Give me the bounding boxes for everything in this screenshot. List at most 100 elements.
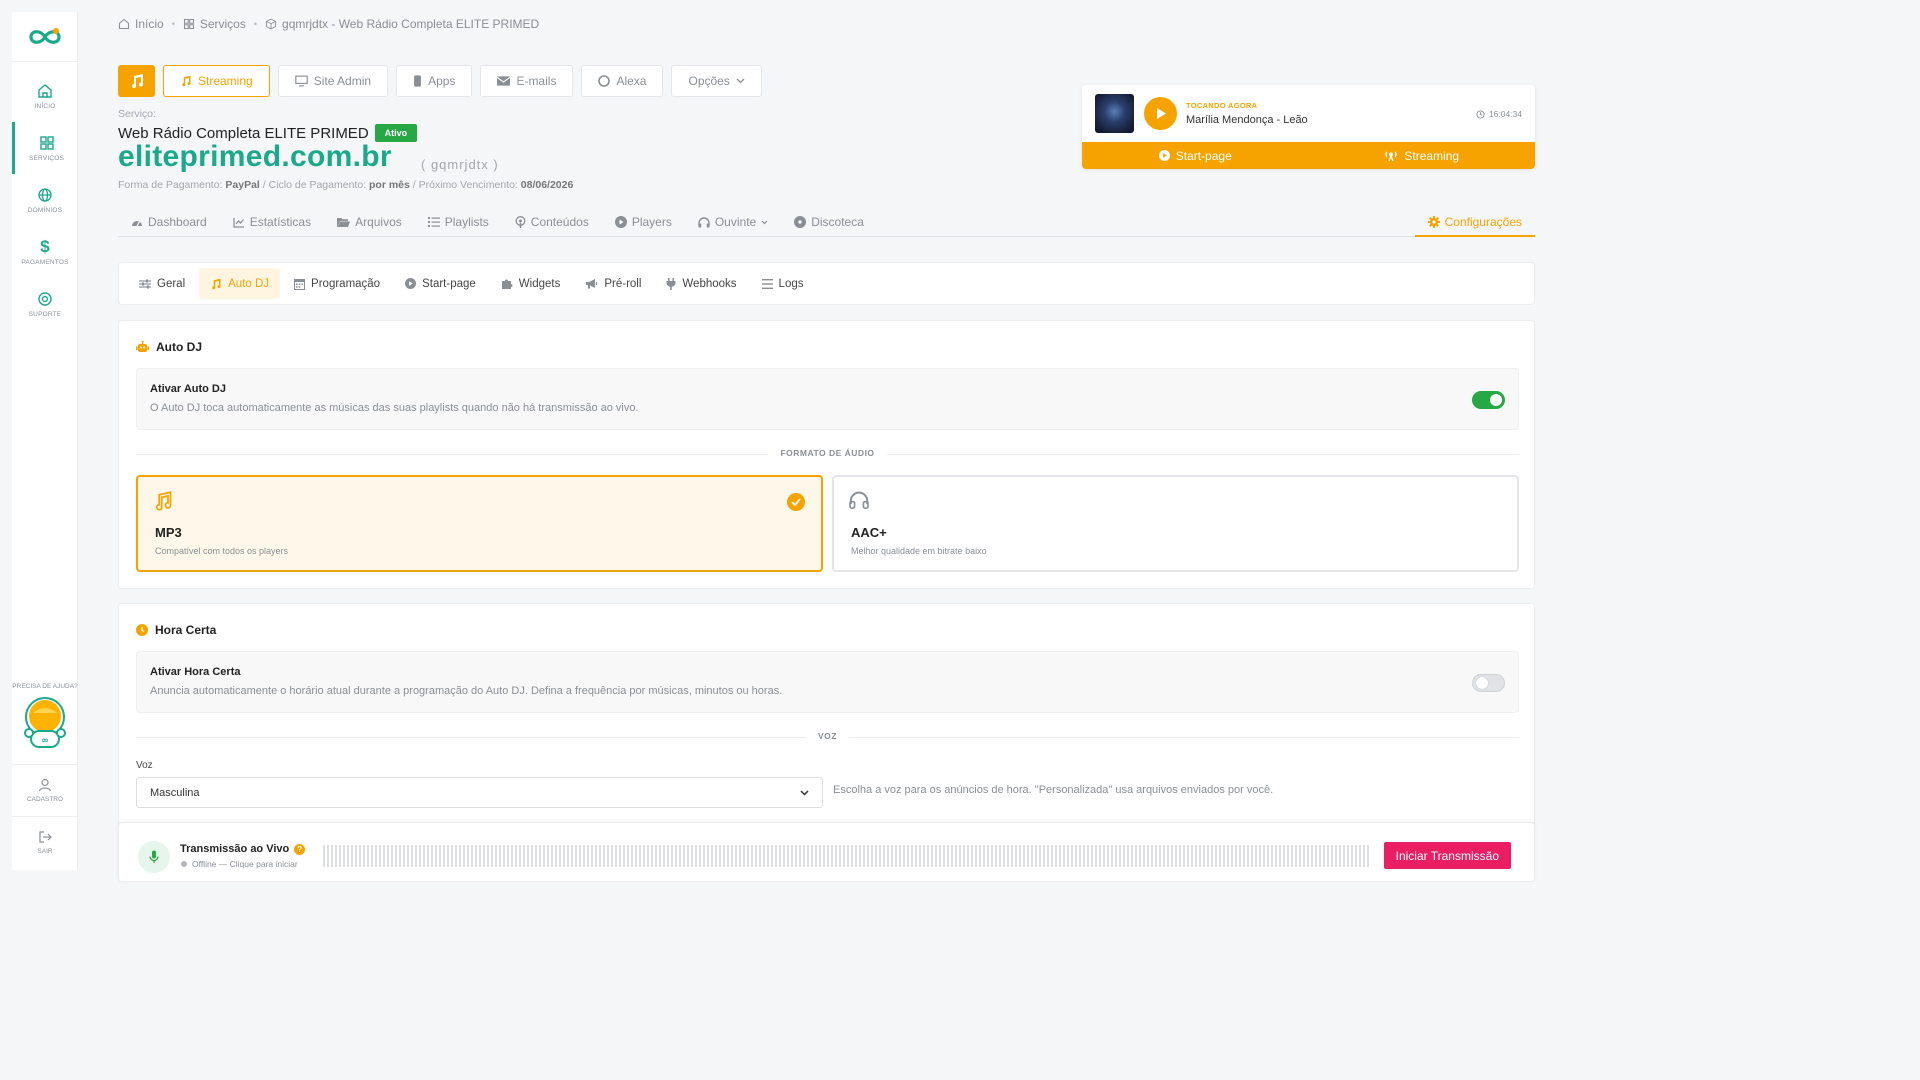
tab-streaming[interactable]: Streaming [163, 65, 270, 97]
tab-streaming-label: Streaming [198, 74, 253, 88]
main-nav: Dashboard Estatísticas Arquivos Playlist… [118, 208, 1535, 237]
nav-estatisticas[interactable]: Estatísticas [220, 208, 324, 236]
calendar-icon [294, 278, 306, 290]
nav-dashboard[interactable]: Dashboard [118, 208, 220, 236]
now-playing-song: Marília Mendonça - Leão [1186, 114, 1308, 126]
format-option-aac[interactable]: AAC+ Melhor qualidade em bitrate baixo [832, 475, 1519, 572]
subtab-preroll-label: Pré-roll [604, 277, 642, 290]
sidebar-item-label: Suporte [28, 310, 62, 318]
due-date-label: / Próximo Vencimento: [412, 179, 518, 191]
sidebar-item-inicio[interactable]: Início [12, 70, 78, 122]
logo[interactable] [12, 12, 77, 62]
tab-apps[interactable]: Apps [396, 65, 473, 97]
plug-icon [666, 277, 676, 290]
help-widget[interactable]: PRECISA DE AJUDA? ∞ [12, 682, 78, 754]
sidebar-item-suporte[interactable]: Suporte [12, 278, 78, 330]
list-icon [427, 217, 440, 227]
live-status: Offline — Clique para iniciar [192, 859, 298, 869]
sidebar-item-label: Pagamentos [21, 258, 69, 266]
nav-discoteca[interactable]: Discoteca [781, 208, 877, 236]
megaphone-icon [586, 279, 598, 289]
format-option-mp3[interactable]: MP3 Compatível com todos os players [136, 475, 823, 572]
service-label: Serviço: [118, 108, 156, 120]
subtab-programacao[interactable]: Programação [283, 268, 391, 299]
subtab-webhooks-label: Webhooks [682, 277, 737, 290]
subtab-startpage[interactable]: Start-page [394, 268, 487, 299]
hora-certa-section-title: Hora Certa [136, 623, 216, 637]
globe-icon [38, 187, 52, 202]
gear-icon [1427, 215, 1440, 228]
sidebar-item-label: Sair [37, 848, 53, 855]
breadcrumb-home[interactable]: Início [118, 17, 164, 31]
subtab-preroll[interactable]: Pré-roll [574, 268, 652, 299]
start-broadcast-button[interactable]: Iniciar Transmissão [1383, 842, 1511, 869]
help-icon[interactable]: ? [294, 843, 306, 855]
breadcrumb-current-label: gqmrjdtx - Web Rádio Completa ELITE PRIM… [282, 17, 540, 31]
hora-certa-toggle-switch[interactable] [1472, 674, 1505, 692]
chart-line-icon [233, 217, 244, 228]
sidebar-item-sair[interactable]: Sair [12, 816, 78, 868]
settings-subtabs: Geral Auto DJ Programação Start-page Wid… [118, 262, 1535, 305]
nav-playlists[interactable]: Playlists [415, 208, 502, 236]
subtab-webhooks[interactable]: Webhooks [655, 268, 747, 299]
voice-divider-label: VOZ [806, 731, 849, 741]
play-circle-icon [405, 278, 417, 289]
switch-knob [1476, 677, 1488, 689]
subtab-widgets-label: Widgets [518, 277, 561, 290]
nav-arquivos[interactable]: Arquivos [324, 208, 415, 236]
microphone-button[interactable] [138, 841, 170, 873]
music-service-button[interactable] [118, 65, 155, 97]
tab-apps-label: Apps [428, 74, 456, 88]
payment-cycle: por mês [369, 179, 410, 191]
sidebar-item-label: Domínios [27, 206, 63, 214]
nav-ouvinte[interactable]: Ouvinte [685, 208, 781, 236]
home-icon [118, 18, 130, 30]
breadcrumb: Início • Serviços • gqmrjdtx - Web Rádio… [118, 17, 539, 31]
tab-site-admin[interactable]: Site Admin [277, 65, 389, 97]
subtab-geral-label: Geral [157, 277, 186, 290]
now-playing-time: 16:04:34 [1476, 109, 1522, 119]
album-cover [1095, 94, 1134, 133]
startpage-button[interactable]: Start-page [1082, 142, 1309, 169]
nav-players[interactable]: Players [602, 208, 685, 236]
voice-select[interactable]: Masculina [136, 777, 823, 808]
sliders-icon [139, 279, 151, 288]
play-button[interactable] [1144, 97, 1177, 130]
sidebar-item-dominios[interactable]: Domínios [12, 174, 78, 226]
nav-players-label: Players [631, 215, 672, 229]
service-domain[interactable]: eliteprimed.com.br [118, 140, 392, 174]
subtab-autodj[interactable]: Auto DJ [199, 268, 281, 299]
now-playing-card: TOCANDO AGORA Marília Mendonça - Leão 16… [1082, 85, 1535, 169]
nav-configuracoes[interactable]: Configurações [1414, 208, 1535, 237]
nav-arquivos-label: Arquivos [355, 215, 402, 229]
logout-icon [39, 831, 52, 843]
tab-emails[interactable]: E-mails [480, 65, 574, 97]
payment-info: Forma de Pagamento: PayPal / Ciclo de Pa… [118, 179, 573, 191]
robot-icon [136, 341, 149, 352]
service-top-tabs: Streaming Site Admin Apps E-mails Alexa … [118, 65, 762, 97]
puzzle-icon [501, 279, 513, 289]
live-title-row: Transmissão ao Vivo ? [180, 843, 306, 855]
voice-help-text: Escolha a voz para os anúncios de hora. … [833, 784, 1274, 796]
sidebar-item-pagamentos[interactable]: $ Pagamentos [12, 226, 78, 278]
clock-icon [136, 624, 148, 636]
streaming-button[interactable]: Streaming [1309, 142, 1536, 169]
tab-opcoes[interactable]: Opções [671, 65, 762, 97]
clock-icon [1476, 109, 1485, 119]
format-mp3-title: MP3 [155, 525, 182, 540]
subtab-logs[interactable]: Logs [751, 268, 815, 299]
svg-text:∞: ∞ [41, 736, 49, 746]
nav-conteudos[interactable]: Conteúdos [502, 208, 602, 236]
autodj-toggle-switch[interactable] [1472, 391, 1505, 409]
subtab-geral[interactable]: Geral [128, 268, 196, 299]
sidebar-item-servicos[interactable]: Serviços [12, 122, 78, 174]
breadcrumb-services[interactable]: Serviços [183, 17, 246, 31]
tab-alexa[interactable]: Alexa [581, 65, 664, 97]
autodj-toggle-desc: O Auto DJ toca automaticamente as música… [150, 402, 639, 414]
subtab-widgets[interactable]: Widgets [490, 268, 572, 299]
autodj-section: Auto DJ Ativar Auto DJ O Auto DJ toca au… [118, 320, 1535, 589]
music-note-icon [131, 74, 143, 88]
dollar-icon: $ [40, 236, 50, 256]
sidebar-item-cadastro[interactable]: Cadastro [12, 764, 78, 816]
selected-check-icon [787, 493, 805, 511]
